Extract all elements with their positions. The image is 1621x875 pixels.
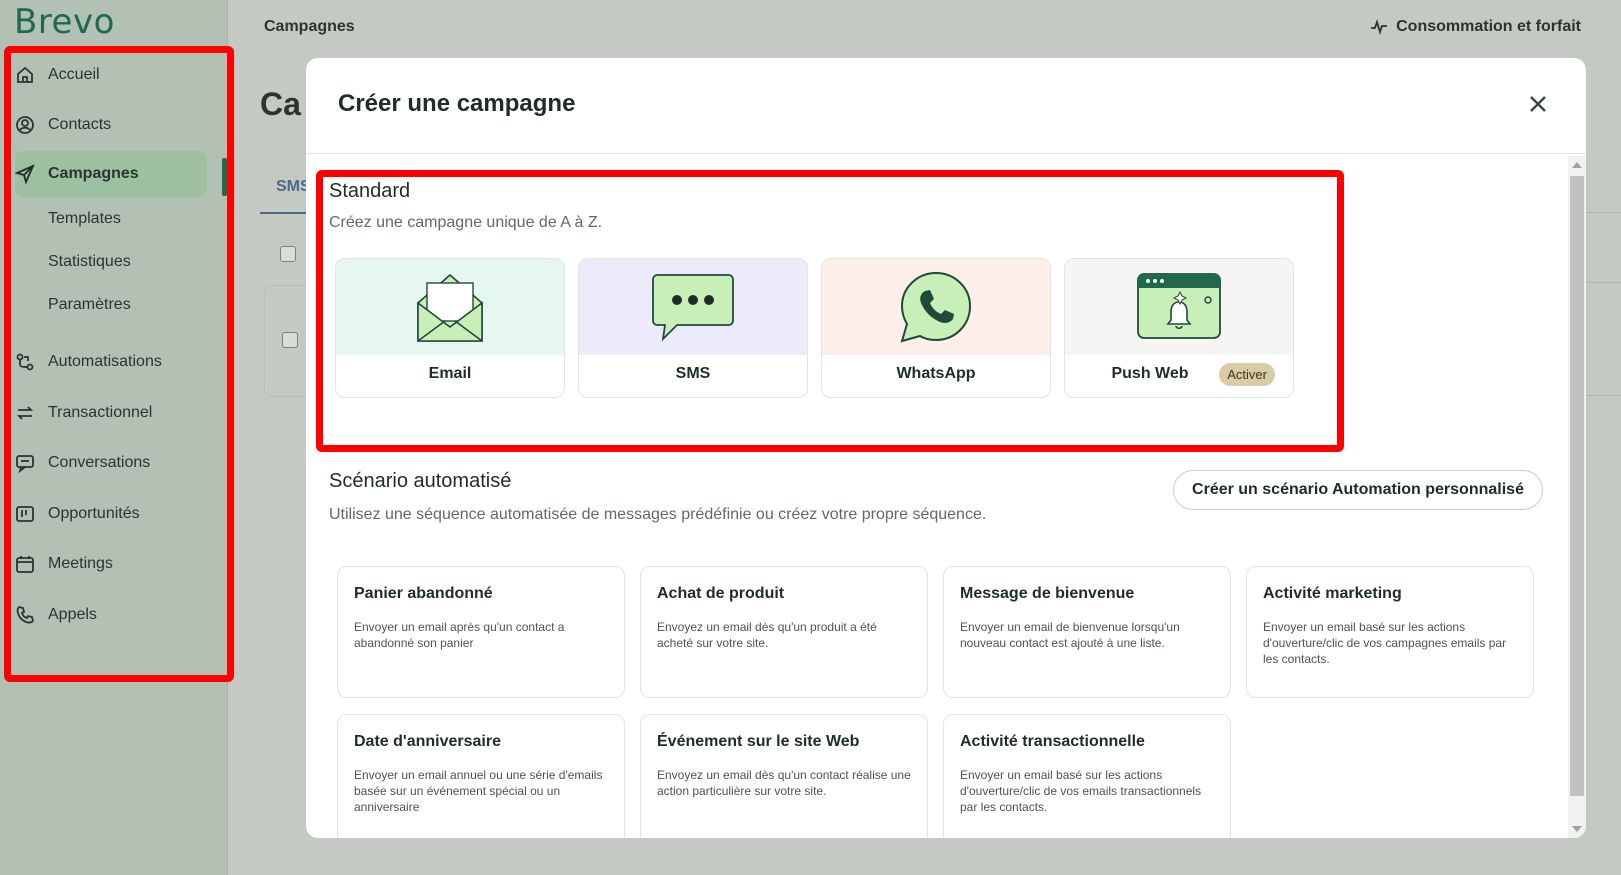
scenario-card-website-event[interactable]: Événement sur le site Web Envoyez un ema… bbox=[640, 714, 928, 838]
scroll-thumb[interactable] bbox=[1570, 176, 1584, 796]
automation-title: Scénario automatisé bbox=[329, 470, 512, 492]
close-button[interactable] bbox=[1526, 92, 1550, 116]
scroll-down-arrow-icon[interactable] bbox=[1572, 826, 1582, 832]
scenario-title: Date d'anniversaire bbox=[354, 733, 501, 750]
modal-scrollbar[interactable] bbox=[1568, 156, 1586, 838]
scenario-card-abandoned-cart[interactable]: Panier abandonné Envoyer un email après … bbox=[337, 566, 625, 698]
usage-plan-label: Consommation et forfait bbox=[1396, 18, 1581, 35]
scenario-description: Envoyez un email dès qu'un contact réali… bbox=[657, 768, 911, 798]
create-custom-automation-button[interactable]: Créer un scénario Automation personnalis… bbox=[1173, 470, 1543, 510]
automation-subtitle: Utilisez une séquence automatisée de mes… bbox=[329, 506, 987, 523]
scenario-title: Activité marketing bbox=[1263, 585, 1402, 602]
scenario-title: Achat de produit bbox=[657, 585, 785, 602]
topbar-title: Campagnes bbox=[264, 18, 355, 35]
scenario-description: Envoyer un email de bienvenue lorsqu'un … bbox=[960, 620, 1180, 650]
scenario-card-product-purchase[interactable]: Achat de produit Envoyez un email dès qu… bbox=[640, 566, 928, 698]
scenario-description: Envoyer un email basé sur les actions d'… bbox=[960, 768, 1202, 814]
scroll-up-arrow-icon[interactable] bbox=[1572, 162, 1582, 168]
scenario-card-marketing-activity[interactable]: Activité marketing Envoyer un email basé… bbox=[1246, 566, 1534, 698]
close-icon bbox=[1530, 96, 1546, 112]
scenario-card-transactional-activity[interactable]: Activité transactionnelle Envoyer un ema… bbox=[943, 714, 1231, 838]
modal-header: Créer une campagne bbox=[306, 58, 1586, 154]
standard-highlight-box bbox=[316, 170, 1344, 452]
scenario-title: Activité transactionnelle bbox=[960, 733, 1145, 750]
modal-title: Créer une campagne bbox=[338, 90, 576, 117]
scenario-card-welcome-message[interactable]: Message de bienvenue Envoyer un email de… bbox=[943, 566, 1231, 698]
scenario-card-birthday[interactable]: Date d'anniversaire Envoyer un email ann… bbox=[337, 714, 625, 838]
sidebar-highlight-box bbox=[4, 46, 234, 682]
tab-underline bbox=[260, 212, 310, 214]
scenario-title: Événement sur le site Web bbox=[657, 733, 860, 750]
row-checkbox[interactable] bbox=[282, 332, 298, 348]
activity-icon bbox=[1371, 19, 1388, 35]
scenario-description: Envoyer un email annuel ou une série d'e… bbox=[354, 768, 603, 814]
scenario-title: Message de bienvenue bbox=[960, 585, 1135, 602]
usage-plan-link[interactable]: Consommation et forfait bbox=[1370, 18, 1581, 36]
page-title: Ca bbox=[260, 86, 301, 122]
scenario-description: Envoyer un email après qu'un contact a a… bbox=[354, 620, 565, 650]
create-campaign-modal: Créer une campagne Standard Créez une ca… bbox=[306, 58, 1586, 838]
scenario-title: Panier abandonné bbox=[354, 585, 493, 602]
select-all-checkbox[interactable] bbox=[280, 246, 296, 262]
scenario-description: Envoyez un email dès qu'un produit a été… bbox=[657, 620, 877, 650]
scenario-description: Envoyer un email basé sur les actions d'… bbox=[1263, 620, 1507, 666]
brevo-logo[interactable]: Brevo bbox=[14, 2, 115, 42]
